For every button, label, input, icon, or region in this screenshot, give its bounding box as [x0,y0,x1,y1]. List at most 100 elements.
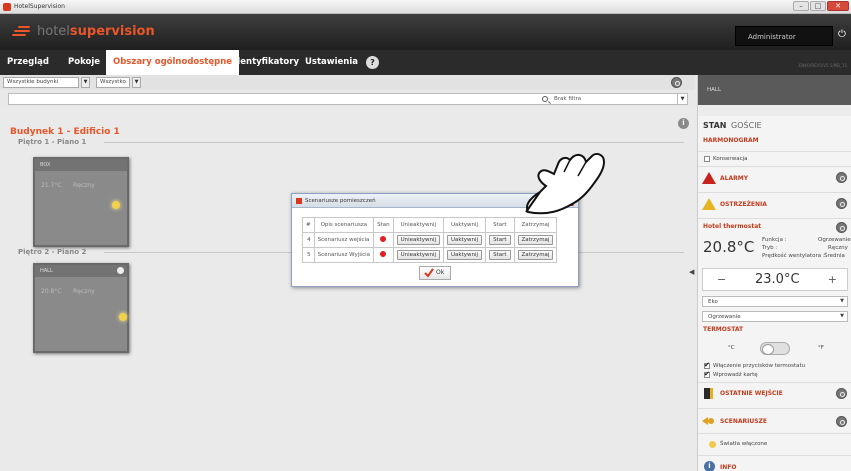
user-menu[interactable]: Administrator [735,26,833,46]
room-name: HALL [35,265,127,277]
current-temperature: 20.8°C [703,238,755,256]
table-row: 5 Scenariusz Wyjścia Unieaktywnij Uaktyw… [302,247,558,263]
tab-identifiers[interactable]: Identyfikatory [224,50,306,75]
sidebar-divider [698,433,851,434]
unit-toggle[interactable] [760,342,790,355]
maintenance-label: Konserwacja [713,156,748,162]
light-bulb-icon [112,201,120,209]
scope-select-arrow[interactable]: ▼ [132,77,141,88]
stop-button[interactable]: Zatrzymaj [517,235,554,245]
schedule-link[interactable]: HARMONOGRAM [703,137,759,144]
insert-card-label: Wprowadź kartę [713,372,758,378]
room-mode: Ręczny [73,182,95,189]
filter-settings-gear-icon[interactable] [671,77,682,88]
scenario-icon [702,417,714,425]
alarm-warning-icon [702,172,716,184]
collapse-arrow-icon[interactable]: ◀ [689,268,694,276]
deactivate-button[interactable]: Unieaktywnij [396,235,441,245]
activate-button[interactable]: Uaktywnij [447,250,483,260]
warnings-settings-icon[interactable] [836,198,847,209]
minimize-button[interactable]: – [793,1,809,11]
main-nav: Przegląd Pokoje Obszary ogólnodostępne I… [0,50,851,75]
room-settings-gear-icon[interactable] [117,267,124,274]
room-card-hall[interactable]: HALL 20.8°C Ręczny [33,263,129,353]
activate-cell: Uaktywnij [443,232,487,248]
thermostat-settings-icon[interactable] [836,222,847,233]
scenario-state [373,232,394,248]
room-temp: 21.7°C [41,182,62,189]
door-icon [704,388,713,399]
increase-temp-button[interactable]: + [828,273,837,286]
col-num-header: # [302,217,315,233]
info-label[interactable]: INFO [720,464,736,471]
window-controls: – □ ✕ [793,1,849,12]
help-icon[interactable]: ? [366,56,379,69]
scenarios-table: # Opis scenariusza Stan Unieaktywnij Uak… [302,217,558,263]
scenarios-expand-icon[interactable] [836,416,847,427]
deactivate-cell: Unieaktywnij [392,232,445,248]
building-select-arrow[interactable]: ▼ [81,77,90,88]
stop-cell: Zatrzymaj [513,247,558,263]
tab-overview[interactable]: Przegląd [0,50,56,75]
sidebar-divider [698,192,851,193]
room-mode: Ręczny [73,288,95,295]
building-select[interactable]: Wszystkie budynki [3,77,79,88]
start-button[interactable]: Start [489,235,511,245]
tab-state[interactable]: STAN [703,121,726,130]
tab-common-areas[interactable]: Obszary ogólnodostępne [106,50,240,75]
scenarios-label[interactable]: SCENARIUSZE [720,418,767,425]
fahrenheit-label: °F [818,345,824,351]
sidebar-tabs: STAN GOŚCIE [703,121,762,130]
heating-select[interactable]: Ogrzewanie ▼ [702,311,848,322]
last-entries-expand-icon[interactable] [836,388,847,399]
eco-select[interactable]: Eko ▼ [702,296,848,307]
logo-text-light: hotel [37,24,70,39]
sidebar-divider [698,455,851,456]
activate-cell: Uaktywnij [443,247,487,263]
power-icon[interactable]: ⏻ [836,29,848,41]
deactivate-cell: Unieaktywnij [392,247,445,263]
tab-settings[interactable]: Ustawienia [298,50,365,75]
caution-warning-icon [702,198,716,210]
search-bar[interactable]: Brak filtra ▼ [8,93,688,105]
light-bulb-icon [709,441,716,448]
scenario-name: Scenariusz Wyjścia [313,247,375,263]
lights-on-label: Światła włączone [720,441,768,447]
maximize-button[interactable]: □ [810,1,826,11]
thermostat-section-title: TERMOSTAT [703,326,744,333]
col-state-header: Stan [373,217,394,233]
activate-button[interactable]: Uaktywnij [447,235,483,245]
light-bulb-icon [119,313,127,321]
scope-select[interactable]: Wszystko [96,77,130,88]
room-card-box[interactable]: BOX 21.7°C Ręczny [33,157,129,247]
deactivate-button[interactable]: Unieaktywnij [396,250,441,260]
maintenance-checkbox[interactable] [704,156,710,162]
close-window-button[interactable]: ✕ [827,1,849,11]
start-button[interactable]: Start [489,250,511,260]
tab-rooms[interactable]: Pokoje [61,50,107,75]
col-desc-header: Opis scenariusza [313,217,375,233]
function-value: Ogrzewanie [818,237,851,243]
sidebar-divider [698,218,851,219]
insert-card-checkbox[interactable] [704,370,710,378]
ok-button[interactable]: Ok [419,266,451,280]
col-activate-header: Uaktywnij [443,217,487,233]
mode-value: Ręczny [828,245,848,251]
stop-button[interactable]: Zatrzymaj [517,250,554,260]
tab-guests[interactable]: GOŚCIE [731,121,762,130]
eco-select-value: Eko [708,299,718,305]
version-note: ENKO/REV5/V5.5/MB_15 [798,63,847,68]
search-dropdown-arrow[interactable]: ▼ [677,94,687,104]
info-icon[interactable]: i [678,118,689,129]
building-title: Budynek 1 - Edificio 1 [10,127,120,137]
start-cell: Start [485,247,515,263]
celsius-label: °C [728,345,735,351]
dialog-title: Scenariusze pomieszczeń [305,198,376,204]
logo-text-bold: supervision [69,24,155,39]
alarms-settings-icon[interactable] [836,172,847,183]
decrease-temp-button[interactable]: − [717,273,726,286]
enable-buttons-checkbox[interactable] [704,361,710,369]
sidebar-divider [698,408,851,409]
app-header: hotel supervision Administrator ⏻ [0,14,851,50]
filter-status: Brak filtra [554,96,582,102]
